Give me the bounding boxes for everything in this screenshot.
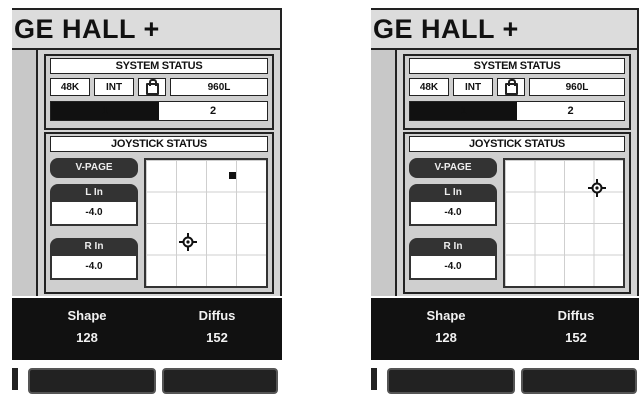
- page-1-tab[interactable]: 1: [51, 102, 159, 120]
- lock-icon: [145, 78, 159, 95]
- l-input-value: -4.0: [50, 202, 138, 226]
- clock-source-cell: INT: [94, 78, 134, 96]
- joystick-grid[interactable]: [503, 158, 625, 288]
- diffusion-label: Diffus: [198, 308, 236, 323]
- joystick-status-title: JOYSTICK STATUS: [50, 136, 268, 152]
- target-marker: [229, 172, 237, 180]
- program-title: GE HALL +: [12, 8, 282, 50]
- reverb-screen-after: GE HALL + SYSTEM STATUS 48K INT 960L 1 2…: [371, 0, 639, 402]
- system-status-box: SYSTEM STATUS 48K INT 960L 1 2: [44, 54, 274, 130]
- l-input-label: L In: [409, 184, 497, 202]
- diffusion-value: 152: [206, 330, 228, 345]
- r-input-value: -4.0: [409, 256, 497, 280]
- page-1-tab[interactable]: 1: [410, 102, 517, 120]
- l-input-value: -4.0: [409, 202, 497, 226]
- vpage-button[interactable]: V-PAGE: [50, 158, 138, 178]
- joystick-status-title: JOYSTICK STATUS: [409, 136, 625, 152]
- system-status-box: SYSTEM STATUS 48K INT 960L 1 2: [403, 54, 631, 130]
- soft-button-2[interactable]: [162, 368, 278, 394]
- clock-source-cell: INT: [453, 78, 493, 96]
- diffusion-label: Diffus: [557, 308, 595, 323]
- l-input-label: L In: [50, 184, 138, 202]
- crosshair-icon[interactable]: [179, 232, 197, 251]
- reverb-screen-before: GE HALL + SYSTEM STATUS 48K INT 960L 1 2…: [12, 0, 282, 402]
- l-input-block: L In -4.0: [409, 184, 497, 228]
- r-input-label: R In: [50, 238, 138, 256]
- page-2-tab[interactable]: 2: [159, 102, 267, 120]
- soft-button-strip: [371, 366, 639, 394]
- system-status-title: SYSTEM STATUS: [409, 58, 625, 74]
- shape-param[interactable]: Shape 128: [391, 306, 501, 350]
- shape-param[interactable]: Shape 128: [32, 306, 142, 350]
- model-cell: 960L: [170, 78, 268, 96]
- content-area: SYSTEM STATUS 48K INT 960L 1 2 JOYSTICK …: [36, 50, 282, 296]
- parameter-bar: Shape 128 Diffus 152: [12, 298, 282, 360]
- diffusion-value: 152: [565, 330, 587, 345]
- lock-cell: [497, 78, 525, 96]
- shape-label: Shape: [426, 308, 466, 323]
- system-status-row: 48K INT 960L: [409, 78, 625, 96]
- soft-button-strip: [12, 366, 282, 394]
- content-area: SYSTEM STATUS 48K INT 960L 1 2 JOYSTICK …: [395, 50, 639, 296]
- sample-rate-cell: 48K: [409, 78, 449, 96]
- vpage-button[interactable]: V-PAGE: [409, 158, 497, 178]
- parameter-bar: Shape 128 Diffus 152: [371, 298, 639, 360]
- system-status-title: SYSTEM STATUS: [50, 58, 268, 74]
- l-input-block: L In -4.0: [50, 184, 138, 228]
- soft-button-2[interactable]: [521, 368, 637, 394]
- r-input-block: R In -4.0: [50, 238, 138, 282]
- joystick-status-box: JOYSTICK STATUS V-PAGE L In -4.0 R In -4…: [44, 132, 274, 294]
- program-title: GE HALL +: [371, 8, 639, 50]
- r-input-label: R In: [409, 238, 497, 256]
- soft-button-1[interactable]: [387, 368, 515, 394]
- model-cell: 960L: [529, 78, 625, 96]
- sample-rate-cell: 48K: [50, 78, 90, 96]
- r-input-value: -4.0: [50, 256, 138, 280]
- diffusion-param[interactable]: Diffus 152: [521, 306, 631, 350]
- strip-edge: [371, 368, 377, 390]
- lock-cell: [138, 78, 166, 96]
- shape-value: 128: [76, 330, 98, 345]
- shape-value: 128: [435, 330, 457, 345]
- side-strip: [12, 50, 38, 296]
- lock-icon: [504, 78, 518, 95]
- page-selector[interactable]: 1 2: [50, 101, 268, 121]
- page-2-tab[interactable]: 2: [517, 102, 624, 120]
- crosshair-icon[interactable]: [588, 178, 607, 197]
- diffusion-param[interactable]: Diffus 152: [162, 306, 272, 350]
- system-status-row: 48K INT 960L: [50, 78, 268, 96]
- shape-label: Shape: [67, 308, 107, 323]
- side-strip: [371, 50, 397, 296]
- joystick-status-box: JOYSTICK STATUS V-PAGE L In -4.0 R In -4…: [403, 132, 631, 294]
- joystick-grid[interactable]: [144, 158, 268, 288]
- page-selector[interactable]: 1 2: [409, 101, 625, 121]
- r-input-block: R In -4.0: [409, 238, 497, 282]
- soft-button-1[interactable]: [28, 368, 156, 394]
- strip-edge: [12, 368, 18, 390]
